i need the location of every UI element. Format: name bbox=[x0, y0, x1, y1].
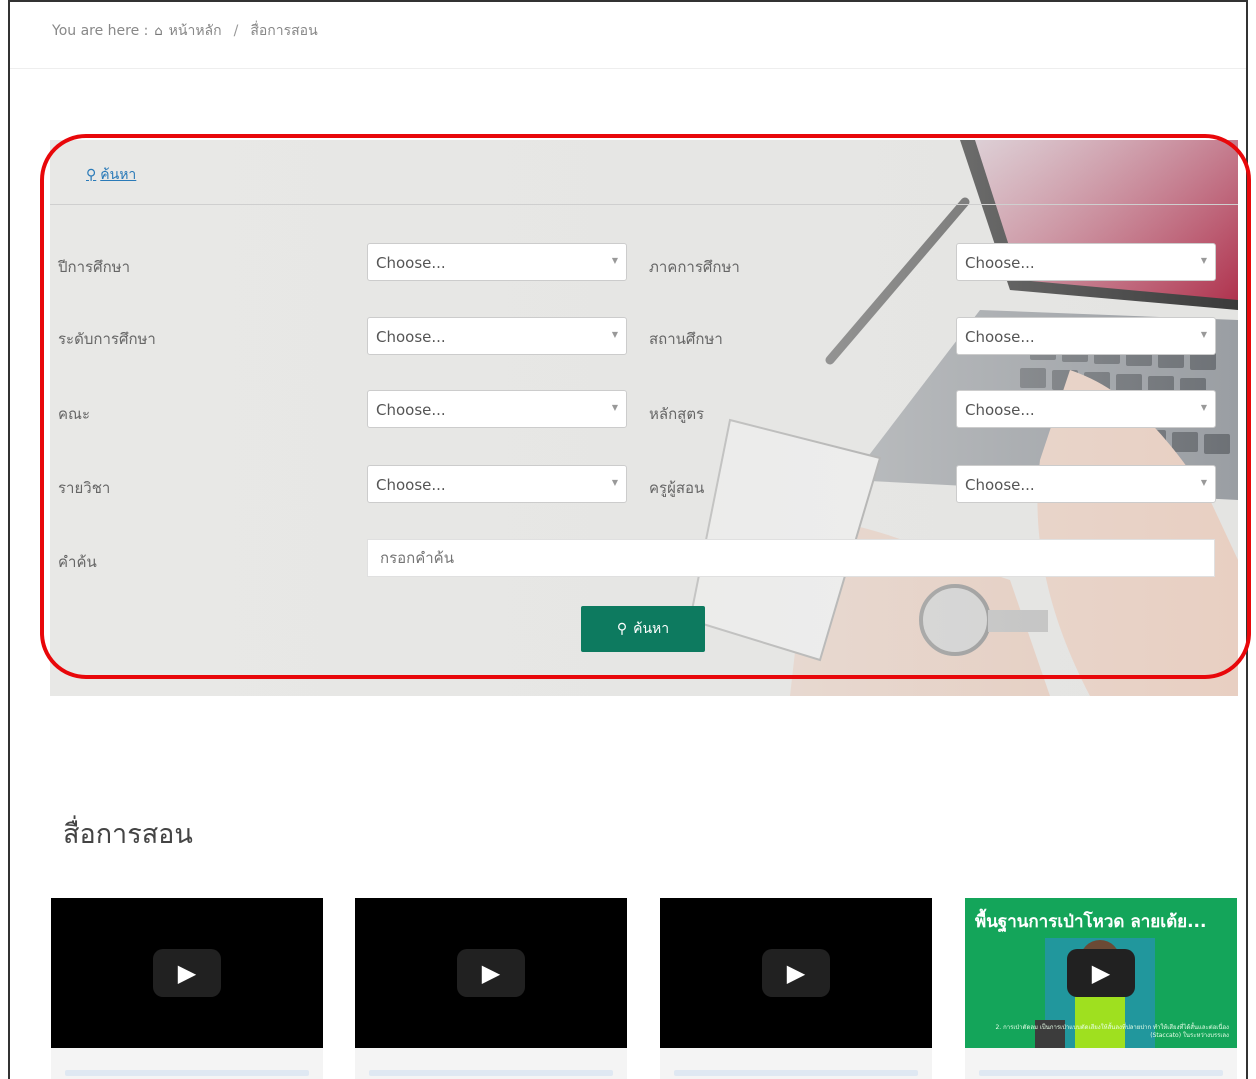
academic-year-select[interactable]: Choose... ▼ bbox=[367, 243, 627, 281]
chevron-down-icon: ▼ bbox=[1200, 256, 1207, 265]
instructor-select[interactable]: Choose... ▼ bbox=[956, 465, 1216, 503]
card-title-strip bbox=[65, 1070, 309, 1076]
label-faculty: คณะ bbox=[58, 405, 91, 423]
card-title-strip bbox=[674, 1070, 918, 1076]
play-icon[interactable]: ▶ bbox=[153, 949, 221, 997]
media-card[interactable]: ▶ bbox=[51, 898, 323, 1079]
search-panel-header: ⚲ ค้นหา bbox=[50, 140, 1238, 205]
video-title: พื้นฐานการเป่าโหวด ลายเต้ย... bbox=[975, 912, 1207, 932]
chevron-down-icon: ▼ bbox=[611, 403, 618, 412]
media-card[interactable]: ▶ bbox=[355, 898, 627, 1079]
video-thumbnail[interactable]: ▶ bbox=[51, 898, 323, 1048]
section-title: สื่อการสอน bbox=[63, 819, 193, 850]
semester-select[interactable]: Choose... ▼ bbox=[956, 243, 1216, 281]
label-curriculum: หลักสูตร bbox=[649, 405, 705, 423]
label-course: รายวิชา bbox=[58, 479, 111, 497]
media-card[interactable]: ▶ bbox=[660, 898, 932, 1079]
chevron-down-icon: ▼ bbox=[1200, 403, 1207, 412]
search-submit-label: ค้นหา bbox=[633, 621, 670, 637]
search-submit-button[interactable]: ⚲ ค้นหา bbox=[581, 606, 705, 652]
search-icon: ⚲ bbox=[86, 167, 97, 183]
label-academic-year: ปีการศึกษา bbox=[58, 258, 130, 276]
label-institution: สถานศึกษา bbox=[649, 330, 723, 348]
chevron-down-icon: ▼ bbox=[611, 330, 618, 339]
video-thumbnail[interactable]: ▶ bbox=[660, 898, 932, 1048]
chevron-down-icon: ▼ bbox=[611, 256, 618, 265]
play-icon[interactable]: ▶ bbox=[457, 949, 525, 997]
label-instructor: ครูผู้สอน bbox=[649, 479, 705, 497]
course-select[interactable]: Choose... ▼ bbox=[367, 465, 627, 503]
keyword-input[interactable] bbox=[367, 539, 1215, 577]
breadcrumb-prefix: You are here : bbox=[52, 23, 149, 39]
label-education-level: ระดับการศึกษา bbox=[58, 330, 156, 348]
label-semester: ภาคการศึกษา bbox=[649, 258, 740, 276]
breadcrumb-current: สื่อการสอน bbox=[250, 23, 318, 39]
curriculum-select[interactable]: Choose... ▼ bbox=[956, 390, 1216, 428]
breadcrumb-divider bbox=[10, 68, 1246, 69]
search-toggle-link[interactable]: ⚲ ค้นหา bbox=[86, 164, 136, 186]
search-toggle-label: ค้นหา bbox=[100, 167, 137, 183]
card-title-strip bbox=[369, 1070, 613, 1076]
card-title-strip bbox=[979, 1070, 1223, 1076]
institution-select[interactable]: Choose... ▼ bbox=[956, 317, 1216, 355]
label-keyword: คำค้น bbox=[58, 553, 97, 571]
video-caption: 2. การเป่าตัดลม เป็นการเป่าแบบตัดเสียงให… bbox=[995, 1024, 1229, 1039]
search-icon: ⚲ bbox=[616, 621, 628, 637]
breadcrumb-separator: / bbox=[233, 23, 239, 39]
faculty-select[interactable]: Choose... ▼ bbox=[367, 390, 627, 428]
chevron-down-icon: ▼ bbox=[611, 478, 618, 487]
search-panel: ⚲ ค้นหา ปีการศึกษา Choose... ▼ ภาคการศึกษ… bbox=[50, 140, 1238, 696]
chevron-down-icon: ▼ bbox=[1200, 478, 1207, 487]
home-icon[interactable]: ⌂ bbox=[154, 24, 162, 39]
play-icon[interactable]: ▶ bbox=[762, 949, 830, 997]
breadcrumb: You are here : ⌂ หน้าหลัก / สื่อการสอน bbox=[52, 20, 318, 42]
chevron-down-icon: ▼ bbox=[1200, 330, 1207, 339]
video-thumbnail[interactable]: ▶ bbox=[355, 898, 627, 1048]
education-level-select[interactable]: Choose... ▼ bbox=[367, 317, 627, 355]
play-icon[interactable]: ▶ bbox=[1067, 949, 1135, 997]
breadcrumb-home-link[interactable]: หน้าหลัก bbox=[169, 20, 222, 42]
media-card[interactable]: พื้นฐานการเป่าโหวด ลายเต้ย... ▶ 2. การเป… bbox=[965, 898, 1237, 1079]
video-thumbnail[interactable]: พื้นฐานการเป่าโหวด ลายเต้ย... ▶ 2. การเป… bbox=[965, 898, 1237, 1048]
